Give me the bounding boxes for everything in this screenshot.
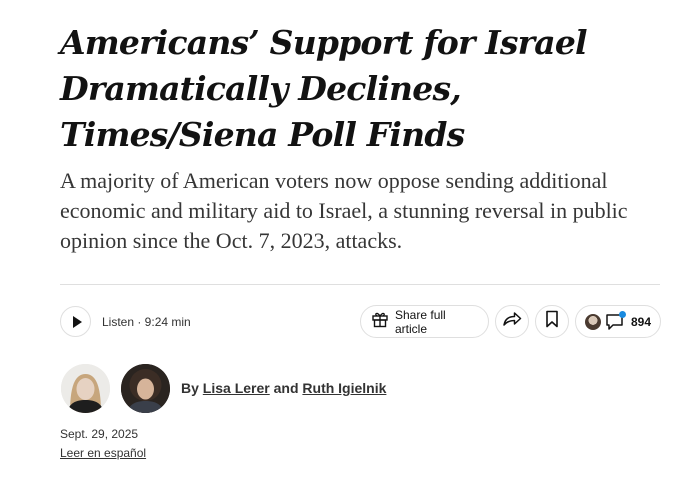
byline-conjunction: and bbox=[273, 380, 299, 396]
share-button[interactable] bbox=[495, 305, 529, 338]
byline-prefix: By bbox=[181, 380, 199, 396]
header-divider bbox=[60, 284, 660, 285]
article-headline: Americans’ Support for Israel Dramatical… bbox=[60, 23, 588, 154]
notification-dot bbox=[619, 310, 626, 318]
share-arrow-icon bbox=[502, 311, 522, 332]
article-page: Americans’ Support for Israel Dramatical… bbox=[0, 0, 690, 479]
author-link-lisa-lerer[interactable]: Lisa Lerer bbox=[203, 380, 270, 396]
spanish-version-link[interactable]: Leer en español bbox=[60, 446, 146, 460]
author-avatar-lisa-lerer[interactable] bbox=[61, 364, 110, 413]
save-button[interactable] bbox=[535, 305, 569, 338]
comment-bubble-icon bbox=[605, 310, 626, 331]
author-avatar-ruth-igielnik[interactable] bbox=[121, 364, 170, 413]
commenter-avatar bbox=[585, 313, 601, 330]
comment-count: 894 bbox=[631, 314, 652, 329]
publish-date: Sept. 29, 2025 bbox=[60, 427, 139, 441]
bookmark-icon bbox=[545, 310, 559, 333]
byline: By Lisa Lerer and Ruth Igielnik bbox=[181, 380, 386, 396]
play-button[interactable] bbox=[60, 306, 91, 337]
listen-button[interactable]: Listen · 9:24 min bbox=[60, 305, 191, 338]
article-summary: A majority of American voters now oppose… bbox=[60, 168, 628, 253]
gift-icon bbox=[371, 310, 389, 333]
comments-button[interactable]: 894 bbox=[575, 305, 661, 338]
play-icon bbox=[72, 315, 82, 328]
listen-label: Listen · 9:24 min bbox=[102, 314, 191, 329]
share-full-article-button[interactable]: Share full article bbox=[360, 305, 489, 338]
share-full-article-label: Share full article bbox=[395, 307, 446, 336]
author-link-ruth-igielnik[interactable]: Ruth Igielnik bbox=[302, 380, 386, 396]
